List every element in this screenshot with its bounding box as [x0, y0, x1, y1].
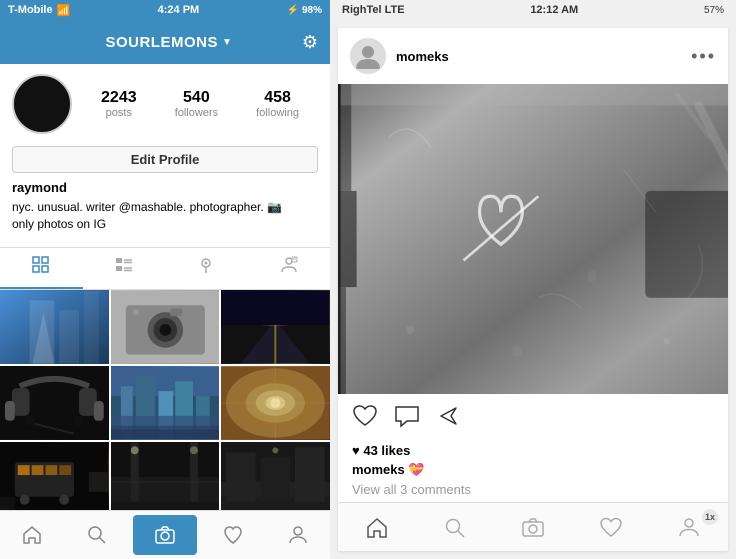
share-button[interactable] [436, 404, 462, 435]
grid-item-bus-night[interactable] [0, 442, 109, 510]
following-label: following [256, 107, 299, 119]
nav-profile-left[interactable] [266, 511, 330, 559]
grid-item-headphones[interactable] [0, 366, 109, 440]
nav-search-right[interactable] [416, 503, 494, 551]
post-header: momeks ••• [338, 28, 728, 84]
status-bar-right: RighTel LTE 12:12 AM 57% [330, 0, 736, 20]
person-tag-icon [280, 256, 298, 279]
username-header[interactable]: SOURLEMONS ▼ [105, 34, 232, 51]
carrier-right: RighTel LTE [342, 4, 405, 16]
post-avatar [350, 38, 386, 74]
photo-grid [0, 290, 330, 510]
ig-header-left: SOURLEMONS ▼ ⚙ [0, 20, 330, 64]
heart-filled-icon: ♥ [352, 443, 363, 458]
post-image [338, 84, 728, 394]
post-username[interactable]: momeks [396, 49, 681, 64]
stat-followers[interactable]: 540 followers [175, 89, 218, 119]
grid-item-street-dark1[interactable] [111, 442, 220, 510]
nav-home-right[interactable] [338, 503, 416, 551]
followers-label: followers [175, 107, 218, 119]
profile-top: 2243 posts 540 followers 458 following [12, 74, 318, 134]
following-count: 458 [264, 89, 291, 107]
battery-right-container: 57% [704, 5, 724, 16]
post-card: momeks ••• [338, 28, 728, 551]
right-panel: RighTel LTE 12:12 AM 57% momeks ••• [330, 0, 736, 559]
bottom-nav-left [0, 510, 330, 559]
zoom-badge: 1x [702, 509, 718, 525]
battery-percent-right: 57% [704, 5, 724, 16]
grid-item-street-dark2[interactable] [221, 442, 330, 510]
status-bar-left: T-Mobile 📶 4:24 PM ⚡ 98% [0, 0, 330, 20]
tab-grid[interactable] [0, 248, 83, 289]
profile-bio: raymond nyc. unusual. writer @mashable. … [12, 179, 318, 233]
profile-section: 2243 posts 540 followers 458 following E… [0, 64, 330, 241]
bio-line2: only photos on IG [12, 216, 318, 233]
post-likes: ♥ 43 likes [338, 441, 728, 460]
like-button[interactable] [352, 404, 378, 435]
carrier-left: T-Mobile [8, 4, 53, 16]
status-left-info: T-Mobile 📶 [8, 4, 70, 17]
profile-name: raymond [12, 179, 318, 197]
time-right: 12:12 AM [530, 4, 578, 16]
grid-item-camera[interactable] [111, 290, 220, 364]
nav-profile-right[interactable]: 1x [650, 503, 728, 551]
nav-heart-left[interactable] [201, 511, 265, 559]
bottom-nav-right: 1x [338, 502, 728, 551]
bluetooth-icon: ⚡ [287, 5, 299, 16]
stats-row: 2243 posts 540 followers 458 following [82, 89, 318, 119]
username-text: SOURLEMONS [105, 34, 218, 51]
tab-location[interactable] [165, 248, 248, 289]
post-actions [338, 394, 728, 441]
status-right-info: ⚡ 98% [287, 5, 322, 16]
posts-count: 2243 [101, 89, 137, 107]
battery-left: 98% [302, 5, 322, 16]
view-tabs [0, 247, 330, 290]
gear-icon[interactable]: ⚙ [302, 32, 318, 53]
edit-profile-button[interactable]: Edit Profile [12, 146, 318, 173]
post-caption: momeks 💝 [338, 460, 728, 480]
caption-emoji: 💝 [408, 462, 424, 477]
posts-label: posts [106, 107, 132, 119]
chevron-down-icon: ▼ [222, 37, 232, 48]
nav-search-left[interactable] [64, 511, 128, 559]
list-icon [115, 256, 133, 279]
grid-item-cityscape[interactable] [111, 366, 220, 440]
left-panel: T-Mobile 📶 4:24 PM ⚡ 98% SOURLEMONS ▼ ⚙ … [0, 0, 330, 559]
likes-count: 43 likes [363, 443, 410, 458]
tab-list[interactable] [83, 248, 166, 289]
location-icon [197, 256, 215, 279]
caption-username: momeks [352, 462, 405, 477]
time-left: 4:24 PM [158, 4, 200, 16]
grid-item-ceiling[interactable] [221, 366, 330, 440]
bio-line1: nyc. unusual. writer @mashable. photogra… [12, 199, 318, 216]
view-comments-link[interactable]: View all 3 comments [338, 480, 728, 499]
tab-tag[interactable] [248, 248, 331, 289]
nav-camera-right[interactable] [494, 503, 572, 551]
followers-count: 540 [183, 89, 210, 107]
grid-item-road-night[interactable] [221, 290, 330, 364]
nav-camera-left[interactable] [133, 515, 197, 555]
stat-posts: 2243 posts [101, 89, 137, 119]
grid-item-building[interactable] [0, 290, 109, 364]
nav-heart-right[interactable] [572, 503, 650, 551]
nav-home-left[interactable] [0, 511, 64, 559]
post-more-button[interactable]: ••• [691, 46, 716, 67]
grid-icon [32, 256, 50, 279]
wifi-icon: 📶 [57, 4, 71, 17]
avatar [12, 74, 72, 134]
stat-following[interactable]: 458 following [256, 89, 299, 119]
comment-button[interactable] [394, 404, 420, 435]
